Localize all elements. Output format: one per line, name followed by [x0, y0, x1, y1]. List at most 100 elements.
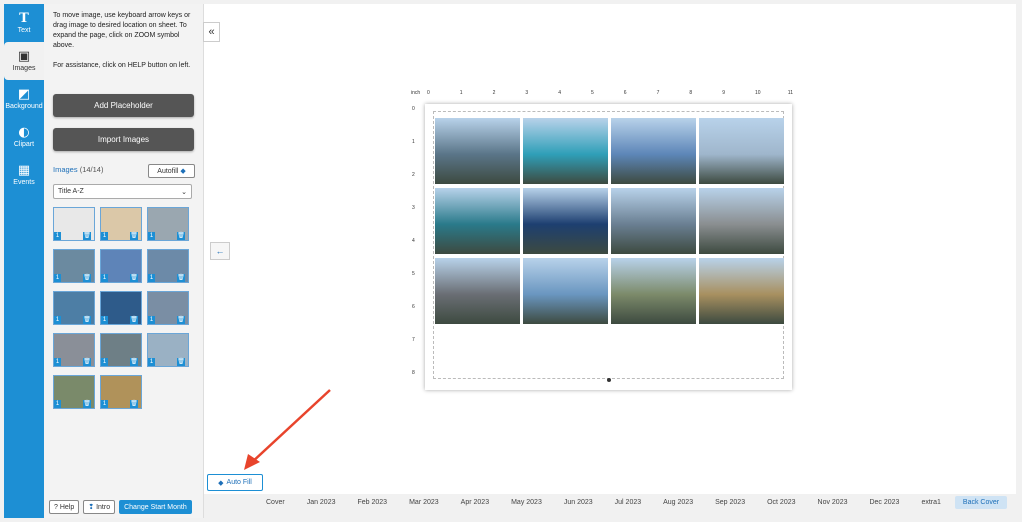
resize-handle[interactable]	[607, 378, 611, 382]
month-tab[interactable]: Apr 2023	[453, 496, 497, 509]
month-tab[interactable]: Feb 2023	[350, 496, 396, 509]
trash-icon[interactable]: 🗑	[177, 274, 185, 282]
add-placeholder-button[interactable]: Add Placeholder	[53, 94, 194, 117]
sheet-photo[interactable]	[523, 118, 608, 184]
usage-count-badge: 1	[54, 274, 61, 282]
double-chevron-left-icon: «	[208, 26, 215, 38]
trash-icon[interactable]: 🗑	[130, 400, 138, 408]
rail-item-background[interactable]: ◩ Background	[4, 80, 44, 118]
trash-icon[interactable]: 🗑	[177, 232, 185, 240]
collapse-panel-button[interactable]: «	[203, 22, 220, 42]
rail-item-text[interactable]: T Text	[4, 4, 44, 42]
rail-item-label: Images	[12, 65, 36, 72]
trash-icon[interactable]: 🗑	[130, 232, 138, 240]
image-thumbnail[interactable]: 1 🗑	[53, 249, 95, 283]
month-tab[interactable]: Sep 2023	[707, 496, 753, 509]
autofill-button[interactable]: Autofill ◆	[148, 164, 195, 178]
usage-count-badge: 1	[54, 358, 61, 366]
sort-select[interactable]: Title A-Z ⌄	[53, 184, 192, 199]
image-thumbnail[interactable]: 1 🗑	[147, 291, 189, 325]
trash-icon[interactable]: 🗑	[83, 358, 91, 366]
rail-item-label: Text	[17, 27, 31, 34]
image-thumbnail[interactable]: 1 🗑	[147, 333, 189, 367]
image-thumbnail[interactable]: 1 🗑	[53, 333, 95, 367]
trash-icon[interactable]: 🗑	[130, 274, 138, 282]
image-thumbnail[interactable]: 1 🗑	[147, 249, 189, 283]
trash-icon[interactable]: 🗑	[83, 274, 91, 282]
image-thumbnail[interactable]: 1 🗑	[147, 207, 189, 241]
sheet-photo[interactable]	[523, 188, 608, 254]
ruler-tick-label: 4	[558, 90, 561, 96]
trash-icon[interactable]: 🗑	[83, 316, 91, 324]
trash-icon[interactable]: 🗑	[83, 400, 91, 408]
sheet-photo[interactable]	[435, 258, 520, 324]
print-area	[433, 111, 784, 379]
image-thumbnail[interactable]: 1 🗑	[53, 291, 95, 325]
ruler-tick-label: 1	[459, 90, 463, 96]
sheet-photo[interactable]	[435, 118, 520, 184]
usage-count-badge: 1	[148, 316, 155, 324]
sheet-photo[interactable]	[611, 188, 696, 254]
arrow-left-icon: ←	[215, 246, 225, 256]
ruler-tick-label: 1	[412, 139, 415, 145]
sheet-photo[interactable]	[523, 258, 608, 324]
ruler-tick-label: 5	[412, 271, 415, 277]
rail-item-images[interactable]: ▣ Images	[4, 42, 44, 80]
month-tab[interactable]: Back Cover	[954, 496, 1008, 509]
month-tab[interactable]: Cover	[258, 496, 293, 509]
trash-icon[interactable]: 🗑	[177, 358, 185, 366]
ruler-tick-label: 6	[412, 304, 415, 310]
import-images-button[interactable]: Import Images	[53, 128, 194, 151]
image-thumbnail[interactable]: 1 🗑	[53, 375, 95, 409]
help-button[interactable]: ? Help	[49, 500, 80, 514]
month-tab[interactable]: Mar 2023	[401, 496, 447, 509]
usage-count-badge: 1	[54, 400, 61, 408]
sheet-photo[interactable]	[611, 118, 696, 184]
trash-icon[interactable]: 🗑	[83, 232, 91, 240]
trash-icon[interactable]: 🗑	[130, 316, 138, 324]
annotation-arrow	[244, 389, 331, 470]
image-thumbnail[interactable]: 1 🗑	[100, 291, 142, 325]
image-thumbnail[interactable]: 1 🗑	[53, 207, 95, 241]
month-tab[interactable]: Nov 2023	[810, 496, 856, 509]
intro-button[interactable]: ❢ Intro	[83, 500, 116, 514]
ruler-tick-label: 0	[412, 106, 415, 112]
image-thumbnail[interactable]: 1 🗑	[100, 333, 142, 367]
usage-count-badge: 1	[101, 232, 108, 240]
info-icon: ❢	[88, 504, 95, 511]
image-thumbnail[interactable]: 1 🗑	[100, 249, 142, 283]
usage-count-badge: 1	[101, 358, 108, 366]
ruler-tick-label: 2	[412, 172, 415, 178]
trash-icon[interactable]: 🗑	[177, 316, 185, 324]
month-tab[interactable]: extra1	[913, 496, 948, 509]
change-start-month-button[interactable]: Change Start Month	[119, 500, 192, 514]
sheet-photo[interactable]	[435, 188, 520, 254]
image-thumbnail[interactable]: 1 🗑	[100, 375, 142, 409]
sheet-photo[interactable]	[699, 258, 784, 324]
month-tab[interactable]: Jan 2023	[299, 496, 344, 509]
auto-fill-button[interactable]: ◆ Auto Fill	[207, 474, 263, 491]
sheet-photo[interactable]	[611, 258, 696, 324]
ruler-tick-label: 4	[412, 238, 415, 244]
month-tab[interactable]: May 2023	[503, 496, 550, 509]
month-tab[interactable]: Oct 2023	[759, 496, 803, 509]
ruler-top: inch 0 1 2 3 4 5 6 7 8 9 10 11	[411, 90, 793, 102]
ruler-unit-label: inch	[411, 90, 421, 96]
sheet-photo[interactable]	[699, 118, 784, 184]
ruler-tick-label: 3	[525, 90, 529, 96]
ruler-tick-label: 9	[722, 90, 725, 96]
rail-item-clipart[interactable]: ◐ Clipart	[4, 118, 44, 156]
month-tab[interactable]: Jul 2023	[607, 496, 649, 509]
sheet-photo[interactable]	[699, 188, 784, 254]
ruler-tick-label: 0	[427, 90, 430, 96]
month-tab[interactable]: Dec 2023	[861, 496, 907, 509]
ruler-tick-label: 7	[412, 337, 415, 343]
trash-icon[interactable]: 🗑	[130, 358, 138, 366]
rail-item-events[interactable]: ▦ Events	[4, 156, 44, 194]
ruler-left: 0 1 2 3 4 5 6 7 8	[411, 104, 421, 384]
previous-page-button[interactable]: ←	[210, 242, 230, 260]
image-thumbnail[interactable]: 1 🗑	[100, 207, 142, 241]
month-tab[interactable]: Aug 2023	[655, 496, 701, 509]
rail-item-label: Clipart	[13, 141, 35, 148]
month-tab[interactable]: Jun 2023	[556, 496, 601, 509]
